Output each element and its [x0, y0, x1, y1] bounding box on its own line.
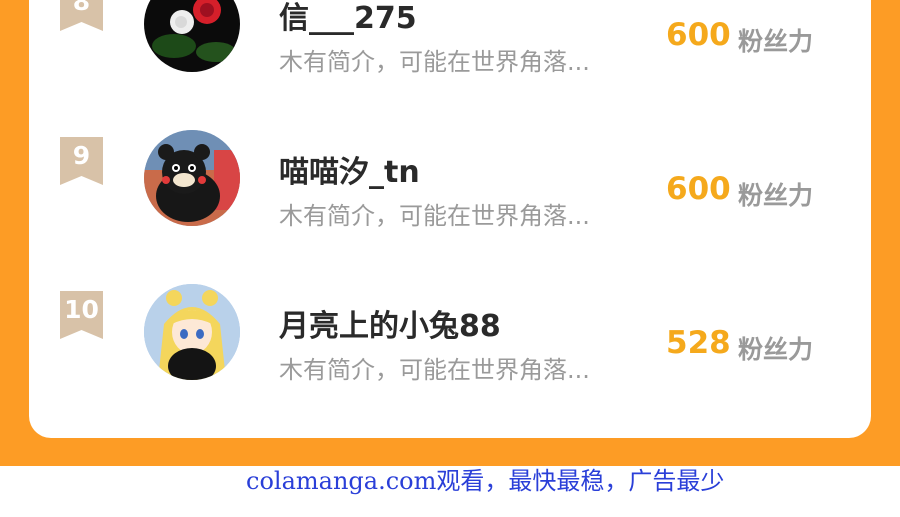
rank-badge: 10	[60, 291, 103, 339]
user-name[interactable]: 喵喵汐_tn	[279, 147, 420, 191]
rank-number: 8	[72, 0, 91, 16]
avatar[interactable]	[144, 284, 240, 380]
avatar-image	[152, 0, 236, 62]
fan-power-label: 粉丝力	[738, 27, 814, 56]
avatar[interactable]	[144, 130, 240, 226]
user-intro: 木有简介，可能在世界角落...	[279, 356, 590, 384]
avatar-image	[144, 284, 240, 380]
avatar-image	[144, 130, 240, 226]
fan-power-value: 600	[666, 171, 731, 207]
fan-power-value: 600	[666, 17, 731, 53]
user-name[interactable]: 信___275	[279, 0, 417, 37]
fan-power-label: 粉丝力	[738, 335, 814, 364]
rank-badge: 8	[60, 0, 103, 31]
ranking-row-8[interactable]: 8 信___275 木有简介，可能在世界角落... 600 粉丝力	[29, 0, 871, 76]
ranking-row-10[interactable]: 10 月亮上的小兔88 木有简介，可能在世界角落... 528 粉丝力	[29, 281, 871, 384]
user-intro: 木有简介，可能在世界角落...	[279, 202, 590, 230]
rank-number: 9	[72, 141, 91, 170]
ranking-row-9[interactable]: 9 喵喵汐_tn 木有简介，可能在世界角落... 600 粉丝力	[29, 127, 871, 230]
fan-power-label: 粉丝力	[738, 181, 814, 210]
avatar[interactable]	[144, 0, 240, 72]
user-name[interactable]: 月亮上的小兔88	[279, 301, 501, 345]
user-intro: 木有简介，可能在世界角落...	[279, 48, 590, 76]
site-watermark: colamanga.com观看，最快最稳，广告最少	[246, 467, 725, 495]
ranking-card: 8 信___275 木有简介，可能在世界角落... 600 粉丝力 9 喵喵汐_…	[29, 0, 871, 438]
fan-power-value: 528	[666, 325, 731, 361]
rank-number: 10	[64, 295, 99, 324]
rank-badge: 9	[60, 137, 103, 185]
